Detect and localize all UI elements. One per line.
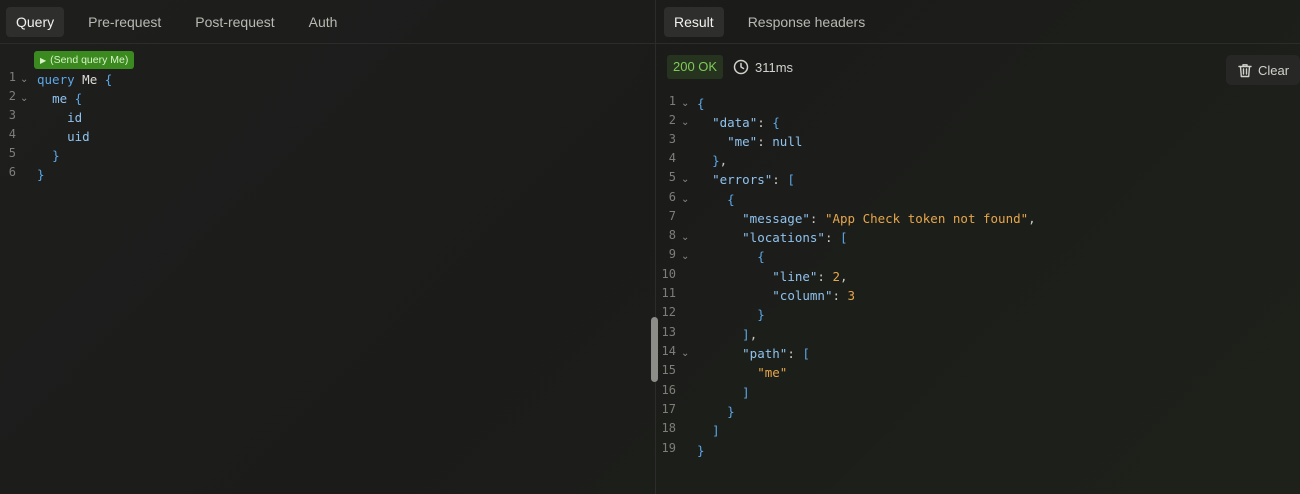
code-line: id — [67, 110, 83, 125]
line-number: 4 — [8, 127, 16, 141]
chevron-down-icon[interactable]: ⌄ — [681, 251, 689, 262]
json-line: } — [727, 404, 735, 419]
line-number: 6 — [668, 190, 676, 204]
chevron-down-icon[interactable]: ⌄ — [20, 93, 28, 104]
chevron-down-icon[interactable]: ⌄ — [681, 117, 689, 128]
line-number: 18 — [661, 421, 676, 435]
query-tabs: Query Pre-request Post-request Auth — [0, 0, 655, 44]
line-number: 9 — [668, 247, 676, 261]
chevron-down-icon[interactable]: ⌄ — [681, 232, 689, 243]
graphql-client: Query Pre-request Post-request Auth ▶ (S… — [0, 0, 1300, 494]
line-number: 5 — [668, 170, 676, 184]
line-number: 7 — [668, 209, 676, 223]
status-badge: 200 OK — [667, 55, 724, 79]
json-line: "message": "App Check token not found", — [742, 211, 1036, 226]
json-line: { — [727, 192, 735, 207]
tab-post-request[interactable]: Post-request — [185, 7, 284, 37]
line-number: 2 — [668, 113, 676, 127]
line-number: 13 — [661, 325, 676, 339]
code-line: query Me { — [37, 72, 113, 87]
code-line: me { — [52, 91, 83, 106]
line-number: 1 — [8, 70, 16, 84]
tab-query[interactable]: Query — [6, 6, 65, 37]
response-time-value: 311ms — [755, 59, 794, 75]
tab-auth[interactable]: Auth — [299, 7, 348, 37]
line-number: 11 — [661, 286, 676, 300]
line-number: 12 — [661, 305, 676, 319]
chevron-down-icon[interactable]: ⌄ — [681, 98, 689, 109]
clock-icon — [733, 59, 749, 75]
chevron-down-icon[interactable]: ⌄ — [681, 194, 689, 205]
line-number: 4 — [668, 151, 676, 165]
code-line: } — [37, 167, 45, 182]
line-number: 14 — [661, 344, 676, 358]
line-number: 19 — [661, 441, 676, 455]
line-number: 2 — [8, 89, 16, 103]
send-query-label: (Send query Me) — [50, 54, 129, 66]
line-number: 16 — [661, 383, 676, 397]
json-line: } — [697, 443, 705, 458]
chevron-down-icon[interactable]: ⌄ — [681, 348, 689, 359]
json-line: "locations": [ — [742, 230, 848, 245]
line-number: 1 — [668, 94, 676, 108]
result-pane: Result Response headers 200 OK 311ms Cle… — [656, 0, 1300, 494]
query-pane: Query Pre-request Post-request Auth ▶ (S… — [0, 0, 655, 494]
chevron-down-icon[interactable]: ⌄ — [20, 74, 28, 85]
tab-pre-request[interactable]: Pre-request — [78, 7, 171, 37]
clear-label: Clear — [1258, 62, 1290, 78]
json-line: ], — [742, 327, 758, 342]
code-line: uid — [67, 129, 90, 144]
line-number: 15 — [661, 363, 676, 377]
json-line: ] — [742, 385, 750, 400]
line-number: 10 — [661, 267, 676, 281]
json-line: { — [697, 96, 705, 111]
trash-icon — [1238, 63, 1252, 77]
json-line: } — [757, 307, 765, 322]
line-number: 3 — [8, 108, 16, 122]
json-line: "me" — [757, 365, 788, 380]
tab-result[interactable]: Result — [664, 6, 724, 37]
line-number: 3 — [668, 132, 676, 146]
clear-button[interactable]: Clear — [1226, 55, 1300, 85]
code-line: } — [52, 148, 60, 163]
response-time: 311ms — [733, 55, 793, 79]
json-line: "column": 3 — [772, 288, 856, 303]
json-line: "errors": [ — [712, 172, 795, 187]
tab-response-headers[interactable]: Response headers — [738, 7, 876, 37]
send-query-button[interactable]: ▶ (Send query Me) — [34, 51, 135, 69]
chevron-down-icon[interactable]: ⌄ — [681, 174, 689, 185]
result-tabs: Result Response headers — [656, 0, 1300, 44]
line-number: 6 — [8, 165, 16, 179]
json-line: ] — [712, 423, 720, 438]
json-line: "line": 2, — [772, 269, 848, 284]
line-number: 5 — [8, 146, 16, 160]
line-number: 8 — [668, 228, 676, 242]
json-line: { — [757, 249, 765, 264]
json-line: "data": { — [712, 115, 780, 130]
json-line: "path": [ — [742, 346, 810, 361]
play-icon: ▶ — [40, 55, 47, 65]
line-number: 17 — [661, 402, 676, 416]
json-line: "me": null — [727, 134, 803, 149]
json-line: }, — [712, 153, 728, 168]
